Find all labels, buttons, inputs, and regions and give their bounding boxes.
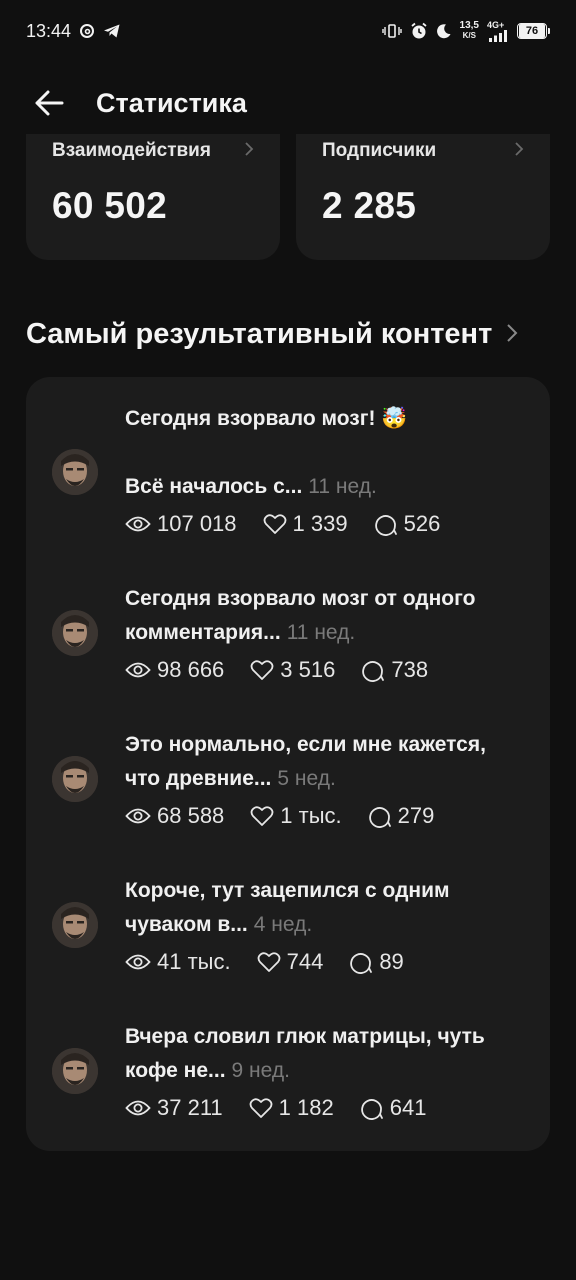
eye-icon — [125, 954, 151, 970]
vibrate-icon — [381, 23, 402, 39]
post-age: 9 нед. — [231, 1059, 290, 1082]
post-item[interactable]: Сегодня взорвало мозг! 🤯 Всё началось с.… — [26, 399, 550, 549]
status-time: 13:44 — [26, 20, 72, 41]
eye-icon — [125, 1100, 151, 1116]
post-item[interactable]: Короче, тут зацепился с одним чуваком в.… — [26, 872, 550, 992]
back-button[interactable] — [32, 86, 66, 120]
heart-icon — [250, 806, 274, 826]
post-metrics: 68 588 1 тыс. 279 — [125, 803, 460, 829]
comments-metric: 526 — [374, 511, 440, 537]
likes-metric: 1 тыс. — [250, 803, 342, 829]
post-metrics: 98 666 3 516 738 — [125, 657, 454, 683]
comments-metric: 641 — [360, 1095, 426, 1121]
post-age: 5 нед. — [277, 767, 336, 790]
post-metrics: 37 211 1 182 641 — [125, 1095, 452, 1121]
post-text: Это нормально, если мне кажется, что дре… — [125, 733, 486, 790]
eye-icon — [125, 808, 151, 824]
post-item[interactable]: Сегодня взорвало мозг от одного коммента… — [26, 580, 550, 700]
post-item[interactable]: Это нормально, если мне кажется, что дре… — [26, 726, 550, 846]
avatar — [52, 610, 98, 656]
battery-icon: 76 — [517, 23, 550, 39]
post-age: 11 нед. — [286, 621, 356, 644]
likes-metric: 3 516 — [250, 657, 335, 683]
comment-icon — [374, 515, 397, 536]
section-title: Самый результативный контент — [26, 318, 493, 350]
post-text: Сегодня взорвало мозг от одного коммента… — [125, 587, 476, 644]
alarm-icon — [410, 22, 428, 40]
post-metrics: 41 тыс. 744 89 — [125, 949, 430, 975]
likes-metric: 744 — [257, 949, 323, 975]
avatar — [52, 902, 98, 948]
moon-icon — [436, 23, 452, 39]
stat-value: 60 502 — [52, 185, 167, 226]
eye-icon — [125, 516, 151, 532]
top-content-header[interactable]: Самый результативный контент — [26, 318, 550, 351]
post-text: Короче, тут зацепился с одним чуваком в.… — [125, 879, 450, 936]
stat-label: Взаимодействия — [52, 140, 211, 161]
heart-icon — [257, 952, 280, 972]
heart-icon — [249, 1098, 273, 1118]
stat-value: 2 285 — [322, 185, 417, 226]
top-content-list: Сегодня взорвало мозг! 🤯 Всё началось с.… — [26, 377, 550, 1151]
arrow-left-icon — [35, 90, 64, 116]
status-bar: 13:44 13,5 K/S 4G+ 76 — [0, 0, 576, 62]
comment-icon — [362, 661, 385, 682]
signal-icon: 4G+ — [487, 20, 509, 42]
comment-icon — [360, 1099, 383, 1120]
stat-label: Подписчики — [322, 140, 437, 161]
post-metrics: 107 018 1 339 526 — [125, 511, 466, 537]
views-metric: 98 666 — [125, 657, 224, 683]
post-item[interactable]: Вчера словил глюк матрицы, чуть кофе не.… — [26, 1018, 550, 1138]
likes-metric: 1 182 — [249, 1095, 334, 1121]
app-header: Статистика — [0, 72, 576, 134]
post-text: Сегодня взорвало мозг! 🤯 Всё началось с.… — [125, 407, 408, 498]
post-age: 11 нед. — [308, 475, 377, 498]
threads-icon — [79, 23, 95, 39]
avatar — [52, 1048, 98, 1094]
views-metric: 68 588 — [125, 803, 224, 829]
comments-metric: 89 — [349, 949, 404, 975]
eye-icon — [125, 662, 151, 678]
chevron-right-icon — [514, 141, 524, 162]
views-metric: 41 тыс. — [125, 949, 231, 975]
comment-icon — [350, 953, 373, 974]
avatar — [52, 449, 98, 495]
heart-icon — [250, 660, 274, 680]
views-metric: 107 018 — [125, 511, 237, 537]
telegram-icon — [103, 23, 121, 39]
chevron-right-icon — [506, 323, 518, 348]
post-text: Вчера словил глюк матрицы, чуть кофе не.… — [125, 1025, 485, 1082]
post-age: 4 нед. — [253, 913, 313, 936]
comments-metric: 738 — [361, 657, 428, 683]
comment-icon — [368, 807, 391, 828]
heart-icon — [263, 514, 286, 534]
avatar — [52, 756, 98, 802]
comments-metric: 279 — [368, 803, 434, 829]
views-metric: 37 211 — [125, 1095, 223, 1121]
network-speed: 13,5 K/S — [459, 20, 479, 41]
chevron-right-icon — [244, 141, 254, 162]
page-title: Статистика — [96, 87, 247, 118]
likes-metric: 1 339 — [263, 511, 348, 537]
